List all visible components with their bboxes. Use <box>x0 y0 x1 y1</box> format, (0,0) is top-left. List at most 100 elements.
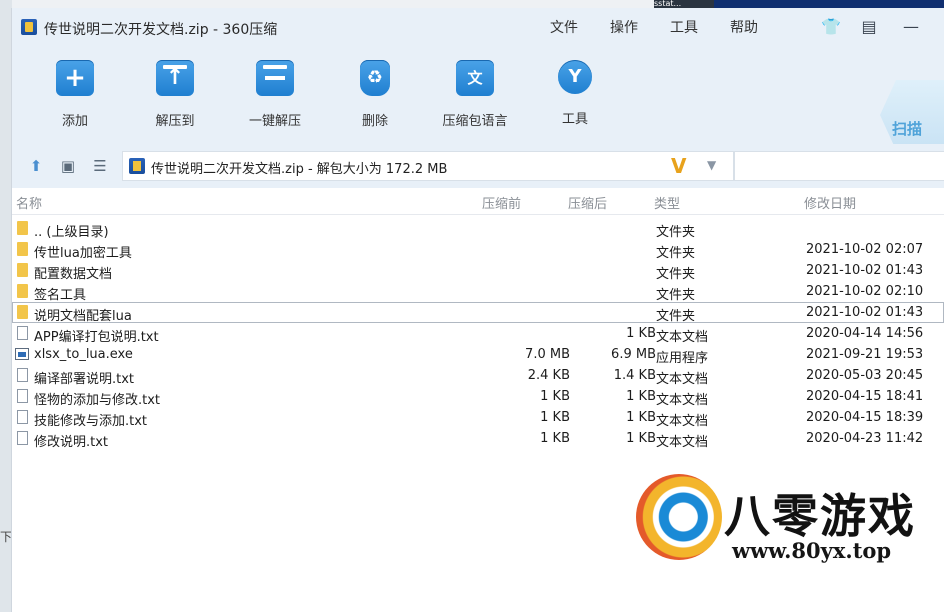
text-file-icon <box>17 368 28 382</box>
toolbar: 添加 解压到 一键解压 删除 压缩包语言 工具 扫描 <box>12 46 944 150</box>
table-row[interactable]: 签名工具 文件夹 2021-10-02 02:10 <box>12 281 944 303</box>
file-compressed-size: 1 KB <box>540 431 570 446</box>
file-type: 文本文档 <box>656 414 709 429</box>
file-type: 文件夹 <box>656 309 696 324</box>
watermark-title: 八零游戏 <box>724 489 916 543</box>
skin-icon[interactable]: 👕 <box>820 16 842 38</box>
file-original-size: 1.4 KB <box>613 368 656 383</box>
file-name: 配置数据文档 <box>34 267 113 282</box>
one-click-extract-icon <box>256 60 294 96</box>
column-original[interactable]: 压缩后 <box>568 193 607 212</box>
column-modified[interactable]: 修改日期 <box>804 193 856 212</box>
column-type[interactable]: 类型 <box>654 193 680 212</box>
archive-window: 传世说明二次开发文档.zip - 360压缩 文件 操作 工具 帮助 👕 ▤ —… <box>12 8 944 612</box>
scan-button[interactable] <box>880 80 944 150</box>
folder-icon <box>17 284 28 298</box>
window-title: 传世说明二次开发文档.zip - 360压缩 <box>44 22 278 38</box>
table-row[interactable]: 说明文档配套lua 文件夹 2021-10-02 01:43 <box>12 302 944 324</box>
menu-help[interactable]: 帮助 <box>730 17 758 37</box>
table-row[interactable]: 修改说明.txt 1 KB 1 KB 文本文档 2020-04-23 11:42 <box>12 428 944 450</box>
delete-button[interactable]: 删除 <box>330 60 420 129</box>
file-type: 文件夹 <box>656 267 696 282</box>
exe-file-icon <box>15 348 29 360</box>
text-file-icon <box>17 431 28 445</box>
text-file-icon <box>17 410 28 424</box>
zip-icon <box>129 158 145 174</box>
extract-to-label: 解压到 <box>155 114 195 129</box>
add-button[interactable]: 添加 <box>30 60 120 129</box>
table-row[interactable]: 技能修改与添加.txt 1 KB 1 KB 文本文档 2020-04-15 18:39 <box>12 407 944 429</box>
file-name: 技能修改与添加.txt <box>34 414 148 429</box>
archive-language-label: 压缩包语言 <box>442 114 508 129</box>
file-type: 文本文档 <box>656 435 709 450</box>
menu-tools[interactable]: 工具 <box>670 17 698 37</box>
background-window-strip: 下 <box>0 0 12 612</box>
extract-icon <box>156 60 194 96</box>
tools-icon <box>558 60 592 94</box>
table-row[interactable]: 传世lua加密工具 文件夹 2021-10-02 02:07 <box>12 239 944 261</box>
table-row[interactable]: xlsx_to_lua.exe 7.0 MB 6.9 MB 应用程序 2021-09-2… <box>12 344 944 366</box>
file-type: 应用程序 <box>656 351 709 366</box>
folder-icon <box>17 305 28 319</box>
title-bar[interactable]: 传世说明二次开发文档.zip - 360压缩 文件 操作 工具 帮助 👕 ▤ — <box>12 8 944 46</box>
file-modified-date: 2020-05-03 20:45 <box>806 368 924 383</box>
file-type: 文本文档 <box>656 330 709 345</box>
file-compressed-size: 1 KB <box>540 389 570 404</box>
menu-file[interactable]: 文件 <box>550 17 578 37</box>
file-original-size: 1 KB <box>626 326 656 341</box>
app-icon <box>21 19 37 35</box>
folder-icon <box>17 242 28 256</box>
delete-label: 删除 <box>361 114 388 129</box>
file-original-size: 1 KB <box>626 389 656 404</box>
file-name: APP编译打包说明.txt <box>34 330 159 345</box>
file-modified-date: 2020-04-15 18:39 <box>806 410 924 425</box>
file-modified-date: 2020-04-23 11:42 <box>806 431 924 446</box>
language-icon <box>456 60 494 96</box>
file-modified-date: 2021-10-02 02:07 <box>806 242 924 257</box>
file-type: 文件夹 <box>656 288 696 303</box>
path-field[interactable]: 传世说明二次开发文档.zip - 解包大小为 172.2 MB V ▼ <box>122 151 734 181</box>
one-click-extract-label: 一键解压 <box>248 114 301 129</box>
up-arrow-icon[interactable]: ⬆ <box>26 156 46 176</box>
menu-operation[interactable]: 操作 <box>610 17 638 37</box>
tools-label: 工具 <box>561 112 588 127</box>
file-list: .. (上级目录) 文件夹 传世lua加密工具 文件夹 2021-10-02 02:07… <box>12 218 944 450</box>
add-icon <box>56 60 94 96</box>
background-tab[interactable]: sstat... <box>654 0 714 8</box>
folder-icon <box>17 221 28 235</box>
file-name: 编译部署说明.txt <box>34 372 135 387</box>
detail-view-icon[interactable]: ▣ <box>58 156 78 176</box>
recycle-icon <box>360 60 390 96</box>
one-click-extract-button[interactable]: 一键解压 <box>230 60 320 129</box>
file-modified-date: 2020-04-14 14:56 <box>806 326 924 341</box>
file-modified-date: 2021-10-02 01:43 <box>806 263 924 278</box>
vip-icon[interactable]: V <box>671 154 686 178</box>
extract-to-button[interactable]: 解压到 <box>130 60 220 129</box>
file-modified-date: 2021-10-02 02:10 <box>806 284 924 299</box>
file-modified-date: 2021-10-02 01:43 <box>806 305 924 320</box>
table-row[interactable]: APP编译打包说明.txt 1 KB 文本文档 2020-04-14 14:56 <box>12 323 944 345</box>
chevron-down-icon[interactable]: ▼ <box>707 158 716 172</box>
folder-icon <box>17 263 28 277</box>
file-modified-date: 2021-09-21 19:53 <box>806 347 924 362</box>
file-name: 说明文档配套lua <box>34 309 132 324</box>
scan-label[interactable]: 扫描 <box>892 118 922 139</box>
table-row[interactable]: 怪物的添加与修改.txt 1 KB 1 KB 文本文档 2020-04-15 18:41 <box>12 386 944 408</box>
archive-language-button[interactable]: 压缩包语言 <box>430 60 520 129</box>
search-input[interactable] <box>734 151 944 181</box>
table-row[interactable]: 配置数据文档 文件夹 2021-10-02 01:43 <box>12 260 944 282</box>
feedback-icon[interactable]: ▤ <box>858 16 880 38</box>
path-text: 传世说明二次开发文档.zip - 解包大小为 172.2 MB <box>151 162 448 177</box>
table-row[interactable]: 编译部署说明.txt 2.4 KB 1.4 KB 文本文档 2020-05-03 20:… <box>12 365 944 387</box>
column-compressed[interactable]: 压缩前 <box>482 193 521 212</box>
file-name: 修改说明.txt <box>34 435 109 450</box>
minimize-icon[interactable]: — <box>900 16 922 38</box>
tools-button[interactable]: 工具 <box>530 60 620 127</box>
table-row[interactable]: .. (上级目录) 文件夹 <box>12 218 944 240</box>
list-view-icon[interactable]: ☰ <box>90 156 110 176</box>
file-compressed-size: 7.0 MB <box>525 347 570 362</box>
file-compressed-size: 2.4 KB <box>527 368 570 383</box>
file-name: 传世lua加密工具 <box>34 246 132 261</box>
column-name[interactable]: 名称 <box>16 193 42 212</box>
file-name: 怪物的添加与修改.txt <box>34 393 161 408</box>
